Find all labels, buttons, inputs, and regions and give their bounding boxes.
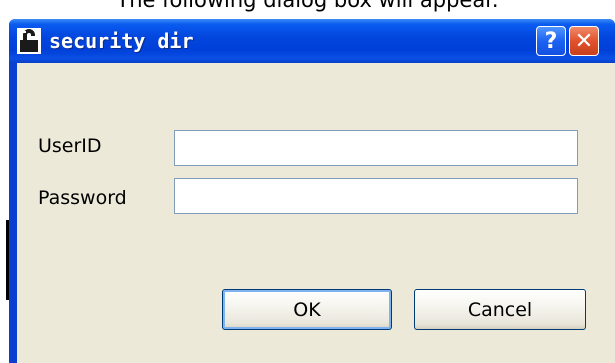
help-button[interactable]: ? bbox=[536, 26, 566, 56]
close-button[interactable]: ✕ bbox=[569, 26, 599, 56]
dialog-title: security dir bbox=[49, 29, 194, 53]
instruction-caption: The following dialog box will appear. bbox=[116, 0, 499, 12]
close-icon: ✕ bbox=[574, 28, 594, 54]
security-dir-dialog: security dir ? ✕ UserID Password OK Canc… bbox=[9, 19, 615, 363]
cancel-button[interactable]: Cancel bbox=[414, 289, 586, 330]
ok-button[interactable]: OK bbox=[222, 289, 392, 330]
password-input[interactable] bbox=[174, 178, 578, 214]
help-icon: ? bbox=[544, 28, 558, 54]
password-label: Password bbox=[38, 187, 127, 209]
userid-input[interactable] bbox=[174, 130, 578, 166]
userid-label: UserID bbox=[38, 135, 102, 157]
title-bar[interactable]: security dir ? ✕ bbox=[9, 19, 615, 63]
dialog-body: UserID Password OK Cancel bbox=[17, 63, 615, 363]
application-lock-icon bbox=[17, 28, 41, 54]
